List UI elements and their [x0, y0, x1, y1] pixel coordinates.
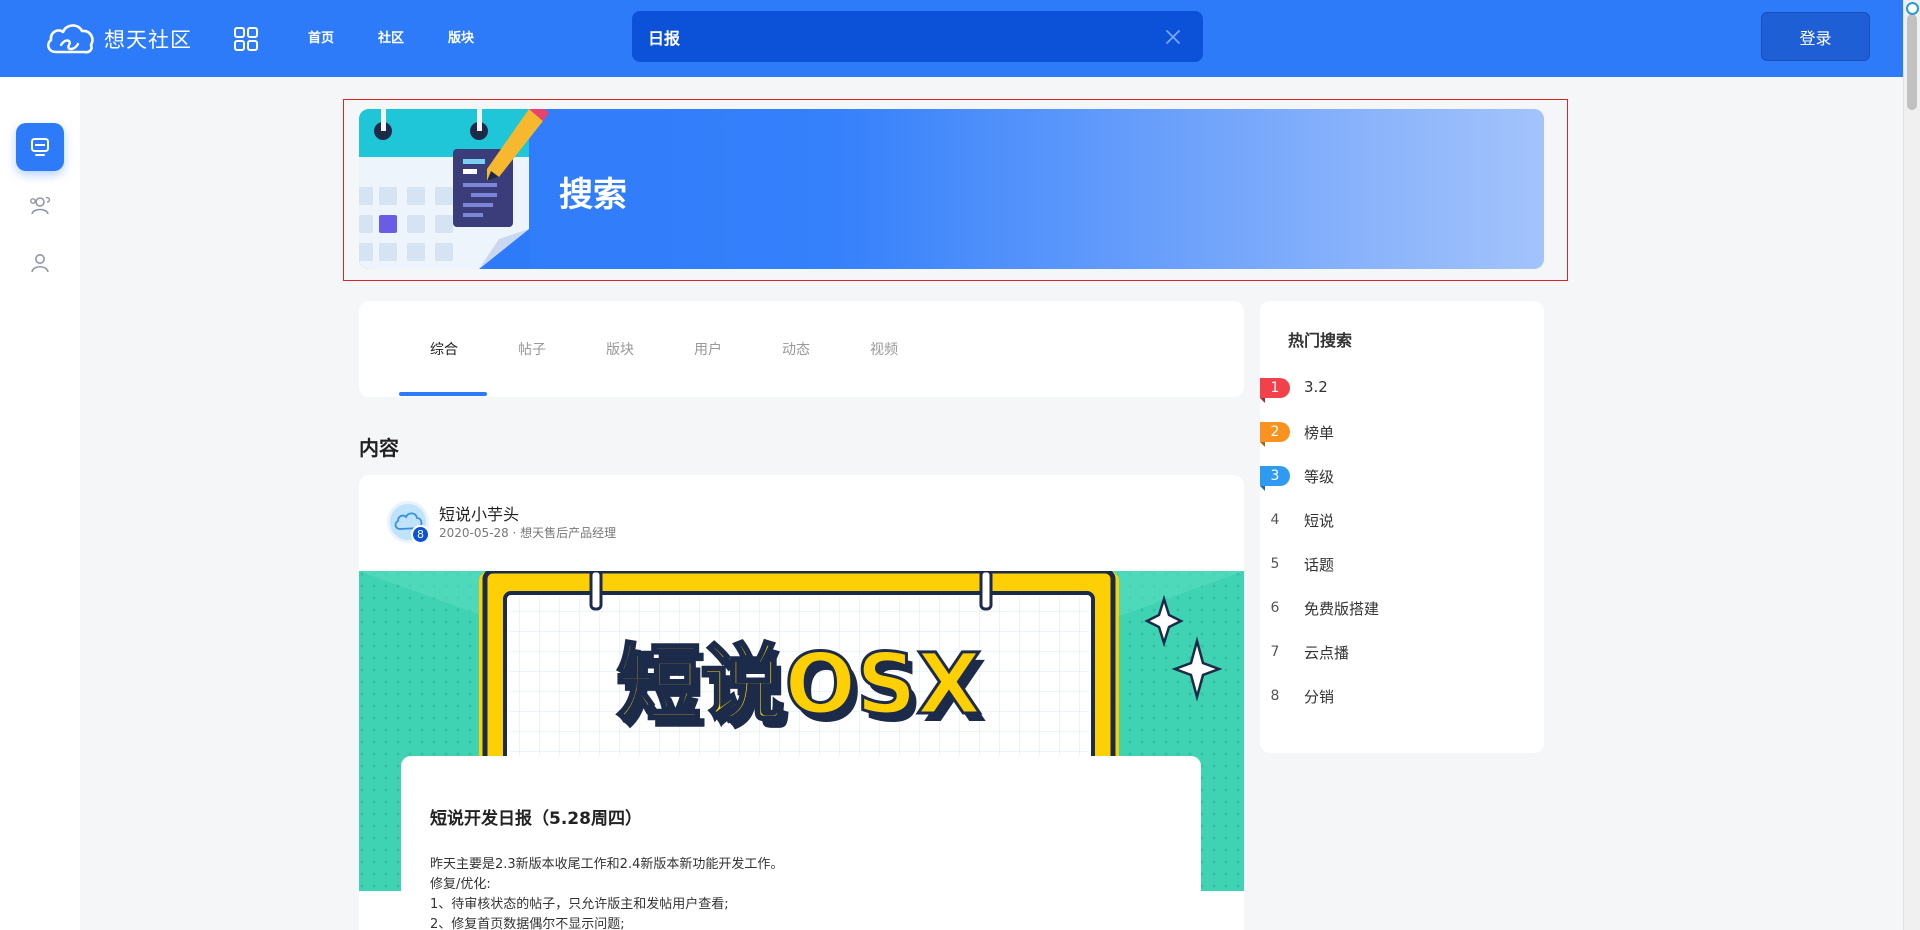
rank-flag: 3	[1260, 466, 1290, 486]
hot-search-item[interactable]: 5 话题	[1260, 550, 1544, 578]
hot-search-label: 等级	[1304, 468, 1335, 486]
hot-search-label: 云点播	[1304, 644, 1350, 662]
rank-number: 5	[1270, 556, 1280, 572]
user-icon	[31, 254, 49, 273]
apps-grid-icon[interactable]	[233, 26, 259, 52]
post-title[interactable]: 短说开发日报（5.28周四）	[430, 804, 1172, 829]
search-box	[632, 11, 1203, 62]
post-line: 昨天主要是2.3新版本收尾工作和2.4新版本新功能开发工作。	[430, 857, 784, 872]
rank-flag: 2	[1260, 422, 1290, 442]
rank-number: 8	[1270, 688, 1280, 704]
rank-flag: 1	[1260, 378, 1290, 398]
scrollbar-cap	[1906, 2, 1919, 15]
hot-search-item[interactable]: 1 3.2	[1260, 374, 1544, 402]
hot-search-item[interactable]: 3 等级	[1260, 462, 1544, 490]
hot-search-label: 话题	[1304, 556, 1335, 574]
tab-videos[interactable]: 视频	[870, 339, 898, 359]
scrollbar-thumb[interactable]	[1907, 14, 1917, 110]
hot-search-label: 分销	[1304, 688, 1335, 706]
post-card[interactable]: 8 短说小芋头 2020-05-28 · 想天售后产品经理 短说OSX 短说OS…	[359, 475, 1244, 930]
hot-search-label: 短说	[1304, 512, 1335, 530]
hot-search-title: 热门搜索	[1288, 331, 1353, 350]
nav-community[interactable]: 社区	[378, 27, 404, 46]
main-nav: 首页 社区 版块	[308, 27, 474, 46]
cover-title: 短说OSX	[617, 635, 982, 733]
cloud-logo-icon	[46, 24, 94, 54]
hot-search-item[interactable]: 6 免费版搭建	[1260, 594, 1544, 622]
section-title: 内容	[359, 436, 399, 460]
tab-boards[interactable]: 版块	[606, 339, 634, 359]
nav-home[interactable]: 首页	[308, 27, 334, 46]
hot-search-label: 榜单	[1304, 424, 1335, 442]
post-line: 修复/优化:	[430, 877, 491, 892]
post-meta: 2020-05-28 · 想天售后产品经理	[439, 526, 617, 540]
site-logo[interactable]: 想天社区	[44, 18, 192, 60]
monitor-icon	[31, 138, 49, 156]
sidebar-item-community[interactable]	[16, 181, 64, 229]
post-line: 1、待审核状态的帖子，只允许版主和发帖用户查看;	[430, 897, 729, 912]
hot-search-item[interactable]: 7 云点播	[1260, 638, 1544, 666]
rank-number: 7	[1270, 644, 1280, 660]
close-icon[interactable]	[1163, 27, 1183, 47]
level-badge: 8	[411, 525, 430, 544]
hot-search-label: 免费版搭建	[1304, 600, 1380, 618]
hot-search-label: 3.2	[1304, 378, 1328, 396]
active-tab-indicator	[399, 392, 487, 396]
post-author[interactable]: 短说小芋头	[439, 501, 519, 525]
left-sidebar	[0, 77, 80, 930]
search-banner: 搜索	[359, 109, 1544, 269]
post-line: 2、修复首页数据偶尔不显示问题;	[430, 917, 625, 930]
tab-activity[interactable]: 动态	[782, 339, 810, 359]
hot-search-panel: 热门搜索 1 3.2 2 榜单 3 等级 4 短说 5 话题 6 免费版搭建 7…	[1260, 301, 1544, 753]
calendar-illustration-icon	[359, 109, 549, 269]
tab-all[interactable]: 综合	[430, 339, 458, 359]
page-scrollbar[interactable]	[1903, 0, 1920, 930]
post-excerpt[interactable]: 短说开发日报（5.28周四） 昨天主要是2.3新版本收尾工作和2.4新版本新功能…	[401, 756, 1201, 930]
nav-boards[interactable]: 版块	[448, 27, 474, 46]
hot-search-item[interactable]: 4 短说	[1260, 506, 1544, 534]
login-button[interactable]: 登录	[1761, 12, 1870, 61]
top-header: 想天社区 首页 社区 版块 登录	[0, 0, 1920, 77]
banner-title: 搜索	[559, 175, 627, 215]
tab-users[interactable]: 用户	[694, 339, 722, 359]
hot-search-item[interactable]: 8 分销	[1260, 682, 1544, 710]
rank-number: 6	[1270, 600, 1280, 616]
search-input[interactable]	[648, 11, 1128, 62]
sidebar-item-home[interactable]	[16, 123, 64, 171]
result-tabs: 综合 帖子 版块 用户 动态 视频	[359, 301, 1244, 397]
rank-number: 4	[1270, 512, 1280, 528]
tab-posts[interactable]: 帖子	[518, 339, 546, 359]
logo-text: 想天社区	[104, 28, 192, 52]
sidebar-item-profile[interactable]	[16, 239, 64, 287]
hot-search-item[interactable]: 2 榜单	[1260, 418, 1544, 446]
users-icon	[30, 196, 51, 215]
